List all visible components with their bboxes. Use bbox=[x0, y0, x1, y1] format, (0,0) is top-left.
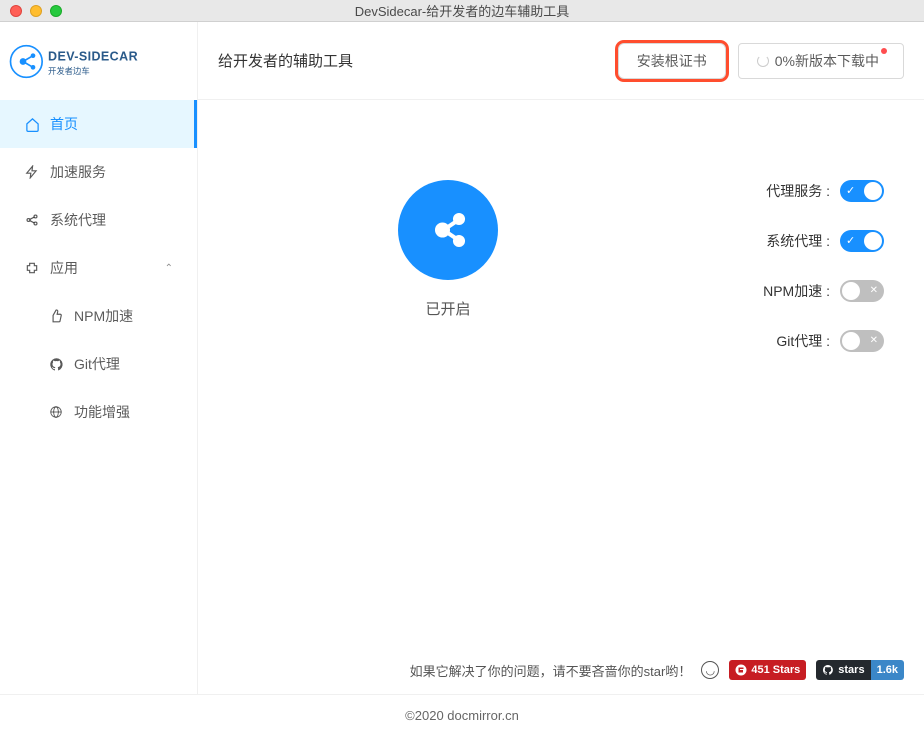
toggle-panel: 代理服务 : 系统代理 : NPM加速 : Git代理 : bbox=[658, 160, 884, 626]
page-title: 给开发者的辅助工具 bbox=[218, 50, 618, 71]
proxy-service-label: 代理服务 : bbox=[766, 181, 830, 201]
system-proxy-label: 系统代理 : bbox=[766, 231, 830, 251]
nav-npm-label: NPM加速 bbox=[74, 306, 173, 326]
install-cert-label: 安装根证书 bbox=[637, 51, 707, 71]
share-icon bbox=[24, 212, 40, 228]
gitee-badge[interactable]: 451 Stars bbox=[729, 660, 806, 680]
status-circle[interactable] bbox=[398, 180, 498, 280]
nav-enhance[interactable]: 功能增强 bbox=[24, 388, 197, 436]
nav-home-label: 首页 bbox=[50, 114, 173, 134]
footer-message: 如果它解决了你的问题，请不要吝啬你的star哟！ bbox=[410, 661, 692, 680]
main: 给开发者的辅助工具 安装根证书 0%新版本下载中 bbox=[198, 22, 924, 694]
github-stars: 1.6k bbox=[871, 660, 904, 680]
npm-accel-switch[interactable] bbox=[840, 280, 884, 302]
notification-dot-icon bbox=[881, 48, 887, 54]
minimize-window[interactable] bbox=[30, 5, 42, 17]
globe-icon bbox=[48, 404, 64, 420]
install-cert-button[interactable]: 安装根证书 bbox=[618, 43, 726, 79]
status-panel: 已开启 bbox=[238, 160, 658, 626]
proxy-service-switch[interactable] bbox=[840, 180, 884, 202]
github-badge[interactable]: stars 1.6k bbox=[816, 660, 904, 680]
gitee-stars: 451 Stars bbox=[751, 664, 800, 676]
smile-icon: ◡ bbox=[701, 661, 719, 679]
nav-npm[interactable]: NPM加速 bbox=[24, 292, 197, 340]
loading-icon bbox=[757, 55, 769, 67]
svg-text:开发者边车: 开发者边车 bbox=[48, 66, 90, 76]
nav-git[interactable]: Git代理 bbox=[24, 340, 197, 388]
thumbs-up-icon bbox=[48, 308, 64, 324]
home-icon bbox=[24, 116, 40, 132]
nav-home[interactable]: 首页 bbox=[0, 100, 197, 148]
nav-apps[interactable]: 应用 ⌃ bbox=[0, 244, 197, 292]
nav-accel-label: 加速服务 bbox=[50, 162, 173, 182]
npm-accel-label: NPM加速 : bbox=[763, 281, 830, 301]
traffic-lights bbox=[0, 5, 62, 17]
system-proxy-switch[interactable] bbox=[840, 230, 884, 252]
github-label: stars bbox=[838, 664, 864, 676]
nav-apps-label: 应用 bbox=[50, 258, 165, 278]
header: 给开发者的辅助工具 安装根证书 0%新版本下载中 bbox=[198, 22, 924, 100]
window-title: DevSidecar-给开发者的边车辅助工具 bbox=[355, 1, 570, 20]
close-window[interactable] bbox=[10, 5, 22, 17]
nav-sysproxy-label: 系统代理 bbox=[50, 210, 173, 230]
git-proxy-label: Git代理 : bbox=[776, 331, 830, 351]
copyright: ©2020 docmirror.cn bbox=[0, 694, 924, 736]
nav-enhance-label: 功能增强 bbox=[74, 402, 173, 422]
chevron-up-icon: ⌃ bbox=[165, 263, 173, 274]
github-icon bbox=[48, 356, 64, 372]
nav-accel[interactable]: 加速服务 bbox=[0, 148, 197, 196]
git-proxy-switch[interactable] bbox=[840, 330, 884, 352]
titlebar: DevSidecar-给开发者的边车辅助工具 bbox=[0, 0, 924, 22]
download-button[interactable]: 0%新版本下载中 bbox=[738, 43, 904, 79]
plugin-icon bbox=[24, 260, 40, 276]
download-label: 0%新版本下载中 bbox=[775, 51, 879, 71]
footer-info: 如果它解决了你的问题，请不要吝啬你的star哟！ ◡ 451 Stars sta… bbox=[198, 646, 924, 694]
nav-sysproxy[interactable]: 系统代理 bbox=[0, 196, 197, 244]
logo: DEV-SIDECAR 开发者边车 bbox=[0, 22, 197, 100]
status-label: 已开启 bbox=[425, 298, 470, 319]
svg-text:DEV-SIDECAR: DEV-SIDECAR bbox=[48, 49, 138, 63]
nav-git-label: Git代理 bbox=[74, 354, 173, 374]
lightning-icon bbox=[24, 164, 40, 180]
sidebar: DEV-SIDECAR 开发者边车 首页 加速服务 bbox=[0, 22, 198, 694]
maximize-window[interactable] bbox=[50, 5, 62, 17]
nav: 首页 加速服务 系统代理 bbox=[0, 100, 197, 694]
